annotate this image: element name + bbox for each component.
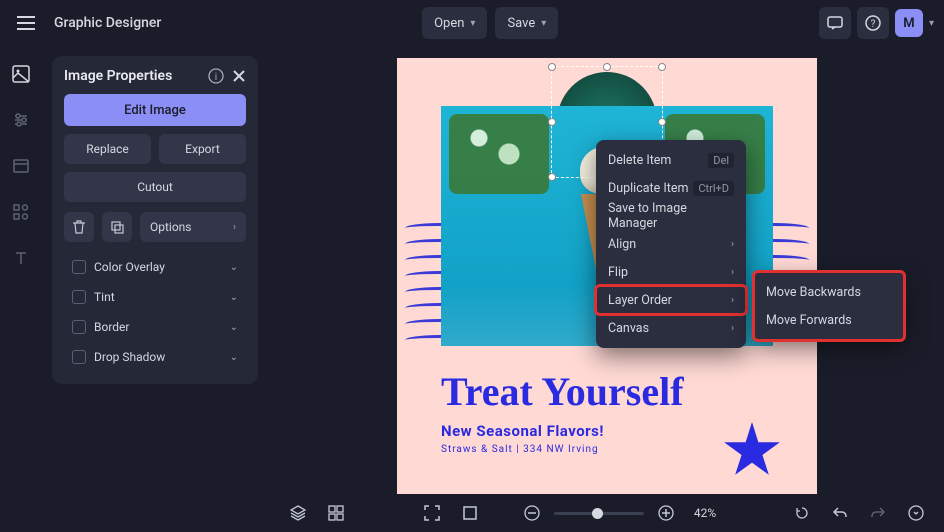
context-menu-item[interactable]: Layer Order › <box>596 286 746 314</box>
options-label: Options <box>150 220 192 234</box>
text-tool-icon[interactable] <box>9 246 33 270</box>
context-submenu: Move Backwards Move Forwards <box>754 272 904 340</box>
replace-button[interactable]: Replace <box>64 134 151 164</box>
menu-icon[interactable] <box>10 7 42 39</box>
zoom-slider[interactable] <box>554 512 644 515</box>
menu-item-label: Align <box>608 237 636 252</box>
context-submenu-item[interactable]: Move Forwards <box>754 306 904 334</box>
property-label: Border <box>94 320 129 334</box>
menu-item-label: Move Backwards <box>766 285 861 300</box>
property-row[interactable]: Tint ⌄ <box>64 282 246 312</box>
open-label: Open <box>434 16 464 31</box>
property-label: Tint <box>94 290 115 304</box>
shortcut-label: Ctrl+D <box>693 181 734 196</box>
chevron-down-icon: ⌄ <box>230 352 238 363</box>
close-icon[interactable] <box>232 69 246 83</box>
checkbox-icon[interactable] <box>72 320 86 334</box>
chevron-right-icon: › <box>731 323 734 334</box>
image-properties-panel: Image Properties i Edit Image Replace Ex… <box>52 56 258 384</box>
property-row[interactable]: Color Overlay ⌄ <box>64 252 246 282</box>
grid-icon[interactable] <box>320 497 352 529</box>
context-menu: Delete Item Del Duplicate Item Ctrl+D Save t… <box>596 140 746 348</box>
menu-item-label: Duplicate Item <box>608 181 688 196</box>
menu-item-label: Move Forwards <box>766 313 852 328</box>
redo-icon[interactable] <box>862 497 894 529</box>
chevron-down-icon: ⌄ <box>230 292 238 303</box>
context-menu-item[interactable]: Flip › <box>596 258 746 286</box>
panel-title: Image Properties <box>64 68 172 84</box>
undo-icon[interactable] <box>824 497 856 529</box>
image-tool-icon[interactable] <box>9 62 33 86</box>
chevron-down-icon: ⌄ <box>230 262 238 273</box>
chevron-right-icon: › <box>731 295 734 306</box>
zoom-in-icon[interactable] <box>650 497 682 529</box>
info-icon[interactable]: i <box>208 68 224 84</box>
context-submenu-item[interactable]: Move Backwards <box>754 278 904 306</box>
app-title: Graphic Designer <box>54 15 161 31</box>
zoom-value: 42% <box>688 506 722 520</box>
save-menu[interactable]: Save ▾ <box>495 7 558 39</box>
layers-icon[interactable] <box>282 497 314 529</box>
left-rail <box>0 46 42 532</box>
panel-tool-icon[interactable] <box>9 154 33 178</box>
chevron-down-icon: ▾ <box>541 18 546 29</box>
help-icon[interactable]: ? <box>857 7 889 39</box>
avatar-chevron-icon[interactable]: ▾ <box>929 18 934 29</box>
export-button[interactable]: Export <box>159 134 246 164</box>
context-menu-item[interactable]: Align › <box>596 230 746 258</box>
menu-item-label: Layer Order <box>608 293 672 308</box>
context-menu-item[interactable]: Canvas › <box>596 314 746 342</box>
chevron-down-icon: ▾ <box>470 18 475 29</box>
chevron-right-icon: › <box>731 267 734 278</box>
menu-item-label: Save to Image Manager <box>608 201 734 231</box>
adjust-tool-icon[interactable] <box>9 108 33 132</box>
property-row[interactable]: Border ⌄ <box>64 312 246 342</box>
menu-item-label: Flip <box>608 265 628 280</box>
checkbox-icon[interactable] <box>72 290 86 304</box>
zoom-out-icon[interactable] <box>516 497 548 529</box>
subhead-text[interactable]: New Seasonal Flavors! <box>441 422 604 440</box>
context-menu-item[interactable]: Save to Image Manager <box>596 202 746 230</box>
svg-text:?: ? <box>871 19 876 30</box>
save-label: Save <box>507 16 535 31</box>
avatar[interactable]: M <box>895 9 923 37</box>
checkbox-icon[interactable] <box>72 260 86 274</box>
fullscreen-icon[interactable] <box>416 497 448 529</box>
checkbox-icon[interactable] <box>72 350 86 364</box>
chevron-right-icon: › <box>731 239 734 250</box>
history-icon[interactable] <box>786 497 818 529</box>
shortcut-label: Del <box>708 153 734 168</box>
fit-icon[interactable] <box>454 497 486 529</box>
feedback-icon[interactable] <box>819 7 851 39</box>
menu-item-label: Canvas <box>608 321 649 336</box>
menu-item-label: Delete Item <box>608 153 671 168</box>
property-label: Drop Shadow <box>94 350 165 364</box>
property-label: Color Overlay <box>94 260 165 274</box>
open-menu[interactable]: Open ▾ <box>422 7 487 39</box>
cutout-button[interactable]: Cutout <box>64 172 246 202</box>
top-bar: Graphic Designer Open ▾ Save ▾ ? M ▾ <box>0 0 944 46</box>
headline-text[interactable]: Treat Yourself <box>441 368 684 415</box>
edit-image-button[interactable]: Edit Image <box>64 94 246 126</box>
property-row[interactable]: Drop Shadow ⌄ <box>64 342 246 372</box>
context-menu-item[interactable]: Delete Item Del <box>596 146 746 174</box>
delete-icon[interactable] <box>64 212 94 242</box>
duplicate-icon[interactable] <box>102 212 132 242</box>
detail-text[interactable]: Straws & Salt | 334 NW Irving <box>441 444 599 455</box>
bottom-bar: 42% <box>270 494 944 532</box>
more-icon[interactable] <box>900 497 932 529</box>
options-menu[interactable]: Options › <box>140 212 246 242</box>
chevron-down-icon: ⌄ <box>230 322 238 333</box>
star-shape[interactable] <box>723 422 781 480</box>
shapes-tool-icon[interactable] <box>9 200 33 224</box>
context-menu-item[interactable]: Duplicate Item Ctrl+D <box>596 174 746 202</box>
svg-text:i: i <box>215 72 217 83</box>
chevron-right-icon: › <box>233 222 236 233</box>
